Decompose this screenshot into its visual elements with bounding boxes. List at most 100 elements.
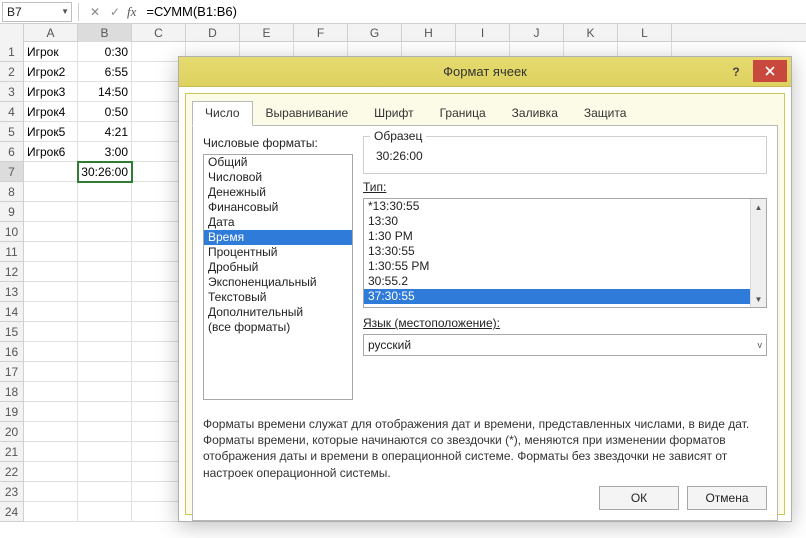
row-header[interactable]: 5 [0, 122, 24, 142]
cell[interactable] [78, 362, 132, 382]
cell[interactable] [78, 182, 132, 202]
cell[interactable] [24, 262, 78, 282]
row-header[interactable]: 19 [0, 402, 24, 422]
column-header[interactable]: G [348, 24, 402, 42]
cell[interactable] [78, 282, 132, 302]
column-header[interactable]: A [24, 24, 78, 42]
cell[interactable] [24, 482, 78, 502]
column-header[interactable]: B [78, 24, 132, 42]
type-item[interactable]: 13:30 [364, 214, 750, 229]
tab-заливка[interactable]: Заливка [499, 101, 571, 126]
cell[interactable] [78, 382, 132, 402]
cell[interactable]: 6:55 [78, 62, 132, 82]
language-select[interactable]: русский v [363, 334, 767, 356]
cell[interactable] [24, 362, 78, 382]
row-header[interactable]: 11 [0, 242, 24, 262]
category-item[interactable]: Дата [204, 215, 352, 230]
row-header[interactable]: 10 [0, 222, 24, 242]
name-box[interactable]: B7 ▼ [2, 2, 72, 22]
cell[interactable] [78, 322, 132, 342]
cell[interactable] [24, 242, 78, 262]
select-all-corner[interactable] [0, 24, 24, 42]
cell[interactable] [24, 402, 78, 422]
cell[interactable] [24, 302, 78, 322]
row-header[interactable]: 3 [0, 82, 24, 102]
cell[interactable] [24, 382, 78, 402]
tab-защита[interactable]: Защита [571, 101, 640, 126]
row-header[interactable]: 9 [0, 202, 24, 222]
cell[interactable] [78, 462, 132, 482]
tab-число[interactable]: Число [192, 101, 253, 126]
row-header[interactable]: 7 [0, 162, 24, 182]
tab-шрифт[interactable]: Шрифт [361, 101, 426, 126]
category-item[interactable]: Текстовый [204, 290, 352, 305]
scrollbar[interactable]: ▲ ▼ [750, 199, 766, 307]
cell[interactable] [78, 402, 132, 422]
cell[interactable]: 30:26:00 [78, 162, 132, 182]
cell[interactable] [78, 482, 132, 502]
cell[interactable]: 0:50 [78, 102, 132, 122]
cell[interactable]: Игрок3 [24, 82, 78, 102]
row-header[interactable]: 1 [0, 42, 24, 62]
cell[interactable] [78, 342, 132, 362]
cell[interactable]: Игрок [24, 42, 78, 62]
formula-input[interactable] [142, 2, 806, 22]
column-header[interactable]: L [618, 24, 672, 42]
cell[interactable]: 3:00 [78, 142, 132, 162]
cell[interactable] [78, 442, 132, 462]
cell[interactable] [24, 462, 78, 482]
cell[interactable] [24, 502, 78, 522]
cell[interactable] [24, 162, 78, 182]
cell[interactable] [24, 182, 78, 202]
column-header[interactable]: I [456, 24, 510, 42]
cell[interactable]: Игрок5 [24, 122, 78, 142]
column-header[interactable]: C [132, 24, 186, 42]
type-listbox[interactable]: *13:30:5513:301:30 PM13:30:551:30:55 PM3… [363, 198, 767, 308]
close-button[interactable] [753, 60, 787, 82]
cell[interactable] [24, 322, 78, 342]
row-header[interactable]: 16 [0, 342, 24, 362]
cancel-formula-icon[interactable]: ✕ [85, 2, 105, 22]
row-header[interactable]: 8 [0, 182, 24, 202]
scroll-down-icon[interactable]: ▼ [751, 291, 766, 307]
cell[interactable] [78, 242, 132, 262]
row-header[interactable]: 4 [0, 102, 24, 122]
row-header[interactable]: 17 [0, 362, 24, 382]
category-item[interactable]: Дополнительный [204, 305, 352, 320]
tab-выравнивание[interactable]: Выравнивание [253, 101, 362, 126]
type-item[interactable]: 30:55.2 [364, 274, 750, 289]
cell[interactable] [24, 342, 78, 362]
row-header[interactable]: 24 [0, 502, 24, 522]
type-item[interactable]: *13:30:55 [364, 199, 750, 214]
help-button[interactable]: ? [721, 57, 751, 87]
cell[interactable] [78, 222, 132, 242]
categories-listbox[interactable]: ОбщийЧисловойДенежныйФинансовыйДатаВремя… [203, 154, 353, 400]
row-header[interactable]: 6 [0, 142, 24, 162]
row-header[interactable]: 21 [0, 442, 24, 462]
cell[interactable]: Игрок4 [24, 102, 78, 122]
fx-icon[interactable]: fx [127, 4, 136, 20]
row-header[interactable]: 2 [0, 62, 24, 82]
ok-button[interactable]: ОК [599, 486, 679, 510]
category-item[interactable]: Процентный [204, 245, 352, 260]
cell[interactable]: Игрок2 [24, 62, 78, 82]
column-header[interactable]: F [294, 24, 348, 42]
cell[interactable] [78, 502, 132, 522]
row-header[interactable]: 15 [0, 322, 24, 342]
column-header[interactable]: D [186, 24, 240, 42]
category-item[interactable]: Дробный [204, 260, 352, 275]
row-header[interactable]: 14 [0, 302, 24, 322]
row-header[interactable]: 20 [0, 422, 24, 442]
row-header[interactable]: 22 [0, 462, 24, 482]
cell[interactable] [24, 202, 78, 222]
cell[interactable] [24, 222, 78, 242]
accept-formula-icon[interactable]: ✓ [105, 2, 125, 22]
cell[interactable]: 0:30 [78, 42, 132, 62]
category-item[interactable]: Финансовый [204, 200, 352, 215]
cell[interactable] [24, 442, 78, 462]
cell[interactable] [78, 302, 132, 322]
cell[interactable] [78, 262, 132, 282]
type-item[interactable]: 37:30:55 [364, 289, 750, 304]
cell[interactable] [78, 422, 132, 442]
type-item[interactable]: 1:30:55 PM [364, 259, 750, 274]
